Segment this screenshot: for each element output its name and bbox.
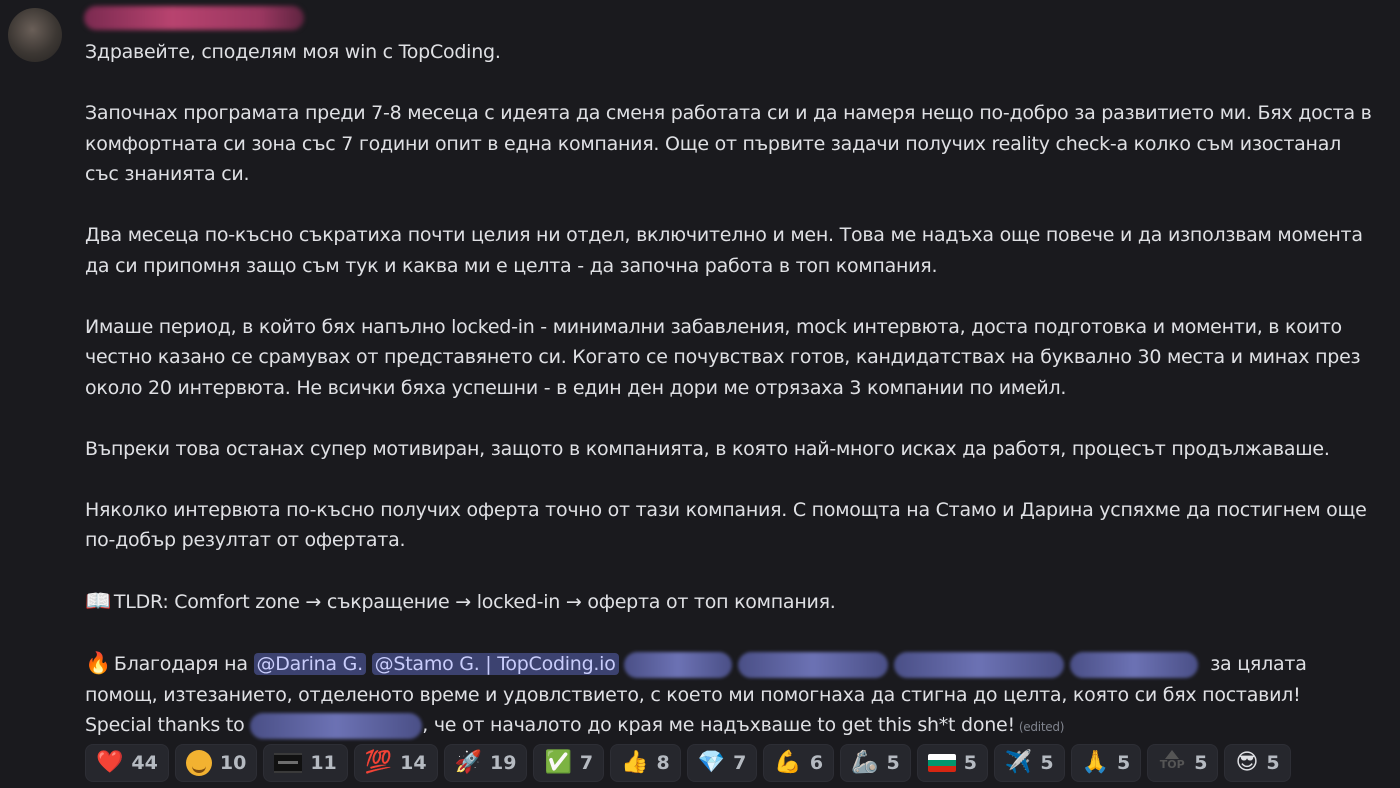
reaction-count: 5 xyxy=(1194,752,1208,774)
reaction-count: 14 xyxy=(400,752,427,774)
reaction-count: 5 xyxy=(1266,752,1280,774)
open-book-icon: 📖 xyxy=(85,589,111,613)
mention-redacted[interactable] xyxy=(1070,651,1199,678)
airplane-icon: ✈️ xyxy=(1004,750,1033,775)
message-paragraph: Здравейте, споделям моя win с TopCoding. xyxy=(85,41,501,63)
reaction-flexed-biceps[interactable]: 💪 6 xyxy=(763,744,835,782)
message-paragraph: Няколко интервюта по-късно получих оферт… xyxy=(85,498,1367,552)
tldr-line: 📖 TLDR: Comfort zone → съкращение → locke… xyxy=(85,586,1375,618)
reaction-count: 5 xyxy=(1040,752,1054,774)
hundred-icon: 💯 xyxy=(364,750,393,775)
custom-face-icon xyxy=(185,750,212,776)
reaction-count: 5 xyxy=(1116,752,1131,774)
mechanical-arm-icon: 🦾 xyxy=(851,750,879,775)
author-username-redacted[interactable] xyxy=(84,6,304,30)
reaction-count: 7 xyxy=(579,752,594,774)
reaction-rocket[interactable]: 🚀 19 xyxy=(443,744,528,782)
reaction-sunglasses-face[interactable]: 😎 5 xyxy=(1224,744,1291,782)
reaction-hundred[interactable]: 💯 14 xyxy=(353,744,438,782)
reaction-count: 11 xyxy=(310,752,337,774)
reaction-count: 19 xyxy=(490,752,517,774)
tldr-text: TLDR: Comfort zone → съкращение → locked… xyxy=(113,591,836,613)
fire-icon: 🔥 xyxy=(85,651,111,675)
gem-icon: 💎 xyxy=(697,750,726,775)
thanks-prefix: Благодаря на xyxy=(113,653,248,675)
message-paragraph: Имаше период, в който бях напълно locked… xyxy=(85,315,1361,399)
reaction-bulgaria-flag[interactable]: 5 xyxy=(916,744,988,782)
thanks-paragraph: 🔥 Благодаря на @Darina G. @Stamo G. | Top… xyxy=(85,648,1375,743)
check-mark-icon: ✅ xyxy=(544,750,572,775)
message-content: Здравейте, споделям моя win с TopCoding.… xyxy=(85,37,1375,743)
reaction-check-mark[interactable]: ✅ 7 xyxy=(533,744,605,782)
mention-redacted[interactable] xyxy=(250,712,423,739)
reaction-count: 5 xyxy=(963,752,977,774)
reaction-heart[interactable]: ❤️ 44 xyxy=(85,744,169,782)
reaction-count: 8 xyxy=(656,752,670,774)
reaction-count: 6 xyxy=(809,752,824,774)
flexed-biceps-icon: 💪 xyxy=(774,750,802,775)
author-avatar[interactable] xyxy=(8,8,62,62)
reaction-folded-hands[interactable]: 🙏 5 xyxy=(1070,744,1142,782)
special-thanks-prefix: Special thanks to xyxy=(85,714,245,736)
folded-hands-icon: 🙏 xyxy=(1081,750,1109,775)
message-paragraph: Започнах програмата преди 7-8 месеца с и… xyxy=(85,102,1372,185)
mention-redacted[interactable] xyxy=(624,651,733,678)
reaction-gem[interactable]: 💎 7 xyxy=(686,744,758,782)
mention-redacted[interactable] xyxy=(738,651,889,678)
top-icon: TOP xyxy=(1158,750,1186,776)
reaction-top[interactable]: TOP 5 xyxy=(1147,744,1219,782)
message-paragraph: Два месеца по-късно съкратиха почти цели… xyxy=(85,224,1363,277)
edited-label: (edited) xyxy=(1018,720,1065,734)
reaction-thumbs-up[interactable]: 👍 8 xyxy=(610,744,681,782)
reaction-custom-dark-flag[interactable]: 11 xyxy=(263,744,348,782)
rocket-icon: 🚀 xyxy=(454,750,483,775)
reaction-count: 10 xyxy=(219,752,247,774)
reaction-count: 44 xyxy=(131,752,158,774)
reaction-bar: ❤️ 44 10 11 💯 14 🚀 19 ✅ 7 👍 8 💎 7 💪 6 🦾 … xyxy=(85,744,1291,782)
reaction-airplane[interactable]: ✈️ 5 xyxy=(993,744,1065,782)
mention-redacted[interactable] xyxy=(894,651,1065,678)
sunglasses-face-icon: 😎 xyxy=(1235,750,1259,775)
bulgaria-flag-icon xyxy=(927,754,956,772)
mention-stamo[interactable]: @Stamo G. | TopCoding.io xyxy=(371,653,619,675)
heart-icon: ❤️ xyxy=(96,750,124,775)
reaction-custom-face[interactable]: 10 xyxy=(174,744,258,782)
reaction-count: 7 xyxy=(733,752,747,774)
custom-dark-flag-icon xyxy=(274,753,303,773)
message-paragraph: Въпреки това останах супер мотивиран, за… xyxy=(85,437,1330,460)
reaction-mechanical-arm[interactable]: 🦾 5 xyxy=(840,744,911,782)
reaction-count: 5 xyxy=(886,752,900,774)
mention-darina[interactable]: @Darina G. xyxy=(253,653,366,675)
special-thanks-suffix: , че от началото до края ме надъхваше to… xyxy=(422,714,1015,736)
thumbs-up-icon: 👍 xyxy=(621,750,649,775)
